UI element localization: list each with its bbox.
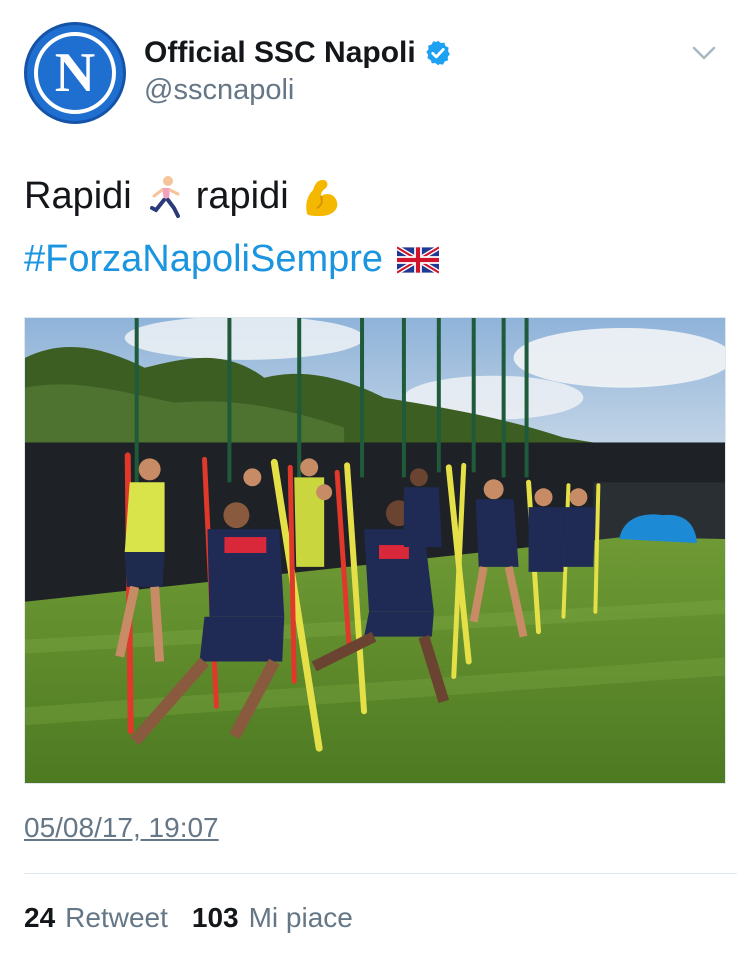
like-label[interactable]: Mi piace bbox=[249, 902, 353, 934]
divider bbox=[24, 873, 737, 874]
tweet-word: rapidi bbox=[195, 174, 289, 217]
running-man-icon bbox=[149, 176, 180, 218]
author-handle[interactable]: @sscnapoli bbox=[144, 74, 294, 107]
like-count[interactable]: 103 bbox=[192, 902, 239, 934]
uk-flag-icon bbox=[397, 245, 440, 274]
tweet-photo[interactable] bbox=[24, 317, 726, 784]
retweet-label[interactable]: Retweet bbox=[65, 902, 168, 934]
tweet-text-line: Rapidi rapidi bbox=[24, 174, 341, 218]
tweet-word: Rapidi bbox=[24, 174, 132, 217]
tweet-timestamp[interactable]: 05/08/17, 19:07 bbox=[24, 812, 219, 844]
retweet-count[interactable]: 24 bbox=[24, 902, 55, 934]
flexed-biceps-icon bbox=[305, 180, 337, 216]
tweet-card: N Official SSC Napoli @sscnapoli Rapidi … bbox=[0, 0, 737, 957]
tweet-hashtag-line: #ForzaNapoliSempre bbox=[24, 238, 440, 281]
author-name-row: Official SSC Napoli bbox=[144, 36, 452, 70]
tweet-stats: 24 Retweet 103 Mi piace bbox=[24, 902, 367, 934]
avatar-logo: N bbox=[34, 32, 116, 114]
avatar[interactable]: N bbox=[24, 22, 126, 124]
author-display-name[interactable]: Official SSC Napoli bbox=[144, 36, 416, 70]
chevron-down-icon[interactable] bbox=[691, 44, 717, 62]
verified-badge-icon bbox=[426, 40, 450, 66]
hashtag-link[interactable]: #ForzaNapoliSempre bbox=[24, 238, 383, 281]
